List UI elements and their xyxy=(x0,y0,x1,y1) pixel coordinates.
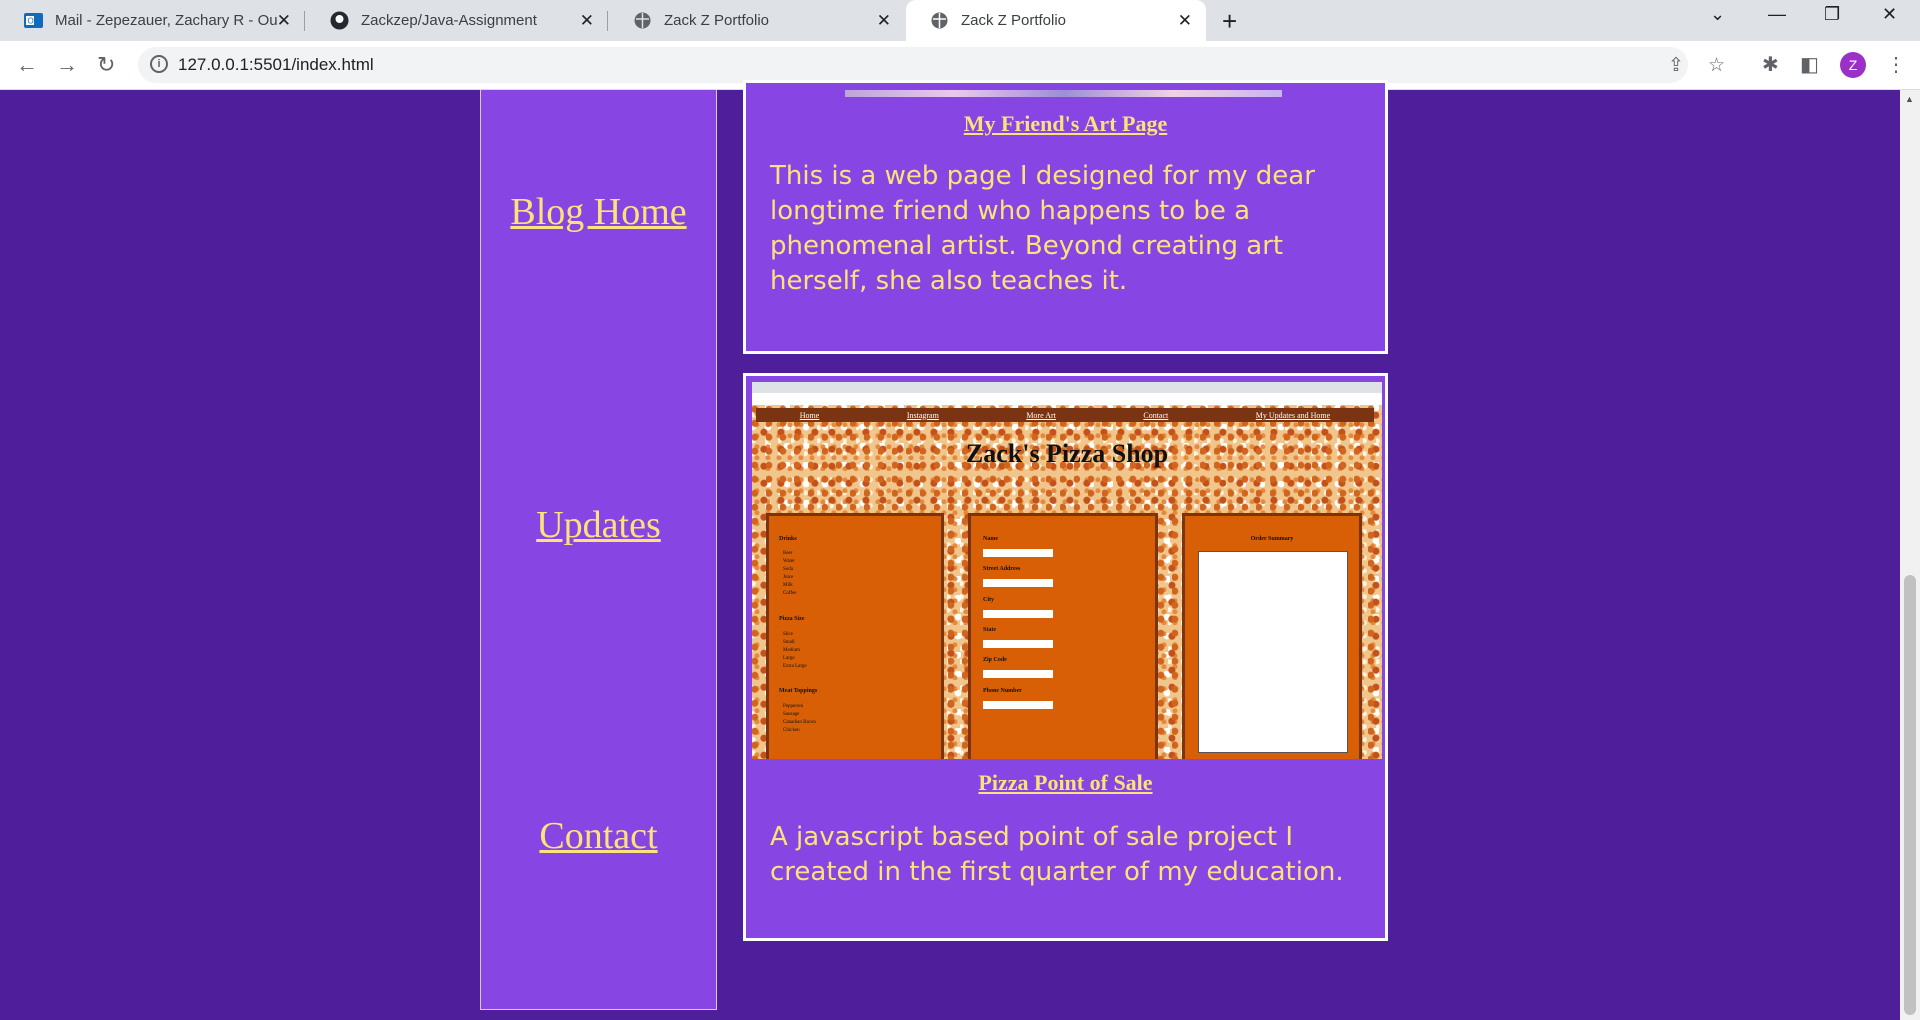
sidebar-link-contact[interactable]: Contact xyxy=(481,814,716,858)
side-panel-icon[interactable]: ◧ xyxy=(1800,52,1819,77)
tab-strip: O Mail - Zepezauer, Zachary R - Ou ✕ Zac… xyxy=(0,0,1920,41)
github-icon xyxy=(330,11,349,30)
url-text[interactable]: 127.0.0.1:5501/index.html xyxy=(178,55,374,75)
screenshot-option: Medium xyxy=(783,648,800,653)
screenshot-input xyxy=(983,610,1053,618)
svg-text:O: O xyxy=(28,17,34,26)
forward-icon[interactable]: → xyxy=(56,52,78,78)
screenshot-label: Drinks xyxy=(779,536,797,542)
back-icon[interactable]: ← xyxy=(16,52,38,78)
screenshot-label: Meat Toppings xyxy=(779,688,818,694)
screenshot-option: Pepperoni xyxy=(783,704,804,709)
reload-icon[interactable]: ↻ xyxy=(97,52,115,78)
close-tab-icon[interactable]: ✕ xyxy=(877,11,891,31)
tab-title: Zack Z Portfolio xyxy=(961,12,1067,29)
screenshot-label: Pizza Size xyxy=(779,616,805,622)
screenshot-option: Coffee xyxy=(783,591,797,596)
bookmark-star-icon[interactable]: ☆ xyxy=(1708,54,1725,77)
tab-title: Zackzep/Java-Assignment xyxy=(361,12,537,29)
screenshot-menu-column: Drinks Beer Water Soda Juice Milk Coffee… xyxy=(766,513,944,759)
address-bar[interactable]: i 127.0.0.1:5501/index.html ⇪ ☆ xyxy=(138,47,1725,83)
screenshot-label: Zip Code xyxy=(983,657,1007,663)
screenshot-option: Extra Large xyxy=(783,664,807,669)
project-description: This is a web page I designed for my dea… xyxy=(770,161,1315,296)
screenshot-nav-item: My Updates and Home xyxy=(1255,410,1331,420)
new-tab-button[interactable]: + xyxy=(1222,6,1237,37)
close-tab-icon[interactable]: ✕ xyxy=(1178,11,1192,31)
screenshot-input xyxy=(983,579,1053,587)
screenshot-label: State xyxy=(983,627,996,633)
screenshot-nav: Home Instagram More Art Contact My Updat… xyxy=(756,408,1374,422)
screenshot-option: Canadian Bacon xyxy=(783,720,816,725)
screenshot-option: Sausage xyxy=(783,712,800,717)
screenshot-option: Beer xyxy=(783,551,793,556)
share-icon[interactable]: ⇪ xyxy=(1668,54,1684,77)
restore-button[interactable]: ❐ xyxy=(1824,4,1840,25)
globe-icon xyxy=(633,11,652,30)
close-tab-icon[interactable]: ✕ xyxy=(580,11,594,31)
sidebar-link-blog-home[interactable]: Blog Home xyxy=(481,190,716,234)
screenshot-label: Phone Number xyxy=(983,688,1022,694)
tab-mail[interactable]: O Mail - Zepezauer, Zachary R - Ou ✕ xyxy=(0,0,305,41)
tab-title: Zack Z Portfolio xyxy=(664,12,770,29)
tab-portfolio[interactable]: Zack Z Portfolio ✕ xyxy=(609,0,905,41)
project-link-art-page[interactable]: My Friend's Art Page xyxy=(746,111,1385,137)
page-scrollbar[interactable]: ▲ xyxy=(1900,90,1920,1020)
screenshot-summary-box xyxy=(1198,551,1348,753)
project-description: A javascript based point of sale project… xyxy=(770,822,1344,887)
screenshot-customer-column: Name Street Address City State Zip Code … xyxy=(968,513,1158,759)
screenshot-label: Order Summary xyxy=(1250,536,1294,542)
close-window-button[interactable]: ✕ xyxy=(1882,4,1897,25)
menu-icon[interactable]: ⋮ xyxy=(1886,52,1906,77)
art-page-screenshot[interactable] xyxy=(845,90,1282,97)
screenshot-tabbar xyxy=(752,382,1382,393)
screenshot-urlbar xyxy=(752,393,1382,405)
sidebar-nav: Blog Home Updates Contact xyxy=(480,90,717,1010)
sidebar-link-updates[interactable]: Updates xyxy=(481,503,716,547)
screenshot-input xyxy=(983,640,1053,648)
tab-portfolio-active[interactable]: Zack Z Portfolio ✕ xyxy=(906,0,1206,41)
profile-avatar[interactable]: Z xyxy=(1840,52,1866,78)
screenshot-nav-item: Contact xyxy=(1143,410,1169,420)
outlook-icon: O xyxy=(24,11,43,30)
pizza-pos-screenshot[interactable]: Home Instagram More Art Contact My Updat… xyxy=(752,382,1382,759)
screenshot-nav-item: Instagram xyxy=(906,410,939,420)
screenshot-option: Slice xyxy=(783,632,793,637)
screenshot-option: Chicken xyxy=(783,728,800,733)
scrollbar-thumb[interactable] xyxy=(1904,575,1916,1015)
extensions-icon[interactable]: ✱ xyxy=(1762,52,1779,77)
minimize-button[interactable]: — xyxy=(1768,4,1786,25)
tab-github[interactable]: Zackzep/Java-Assignment ✕ xyxy=(306,0,608,41)
scroll-up-arrow-icon[interactable]: ▲ xyxy=(1905,94,1914,104)
screenshot-option: Water xyxy=(783,559,795,564)
screenshot-label: City xyxy=(983,597,994,603)
tab-title: Mail - Zepezauer, Zachary R - Ou xyxy=(55,12,278,29)
close-tab-icon[interactable]: ✕ xyxy=(277,11,291,31)
screenshot-input xyxy=(983,549,1053,557)
screenshot-heading: Zack's Pizza Shop xyxy=(965,439,1169,468)
screenshot-option: Small xyxy=(783,640,795,645)
screenshot-option: Large xyxy=(783,656,795,661)
screenshot-option: Juice xyxy=(783,575,794,580)
screenshot-label: Name xyxy=(983,536,998,542)
screenshot-option: Milk xyxy=(783,583,793,588)
screenshot-nav-item: More Art xyxy=(1026,410,1056,420)
site-info-icon[interactable]: i xyxy=(150,55,168,73)
project-link-pizza-pos[interactable]: Pizza Point of Sale xyxy=(746,770,1385,796)
tab-search-icon[interactable]: ⌄ xyxy=(1710,4,1725,25)
screenshot-input xyxy=(983,670,1053,678)
globe-icon xyxy=(930,11,949,30)
screenshot-label: Street Address xyxy=(983,566,1021,572)
screenshot-summary-column: Order Summary xyxy=(1182,513,1362,759)
project-card-art: My Friend's Art Page This is a web page … xyxy=(743,80,1388,354)
page-viewport: Blog Home Updates Contact My Friend's Ar… xyxy=(0,80,1900,1020)
project-card-pizza: Home Instagram More Art Contact My Updat… xyxy=(743,373,1388,941)
screenshot-nav-item: Home xyxy=(799,410,820,420)
pizza-background: Home Instagram More Art Contact My Updat… xyxy=(752,405,1382,759)
screenshot-option: Soda xyxy=(783,567,793,572)
screenshot-input xyxy=(983,701,1053,709)
